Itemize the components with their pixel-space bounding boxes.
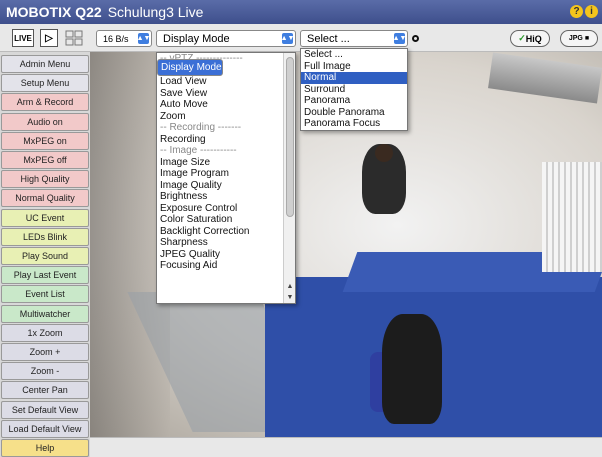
dropdown-scrollbar[interactable]: ▲ ▼ [283, 53, 295, 303]
display-mode-option[interactable]: Auto Move [157, 99, 295, 111]
display-mode-option[interactable]: Image Quality [157, 180, 295, 192]
display-mode-option[interactable]: JPEG Quality [157, 249, 295, 261]
display-mode-dropdown: Display Mode-- vPTZ --------------Instal… [156, 52, 296, 304]
scroll-up-icon[interactable]: ▲ [284, 281, 295, 291]
layout-grid-icon[interactable] [64, 29, 84, 47]
menu-button-multiwatcher[interactable]: Multiwatcher [1, 304, 89, 323]
menu-button-1x-zoom[interactable]: 1x Zoom [1, 323, 89, 342]
menu-button-setup-menu[interactable]: Setup Menu [1, 74, 89, 93]
scrollbar-thumb[interactable] [286, 57, 294, 217]
view-option[interactable]: Normal [301, 72, 407, 84]
video-ceiling-light [488, 52, 602, 104]
camera-live-window: MOBOTIX Q22 Schulung3 Live ? i LIVE ▷ 16… [0, 0, 602, 457]
menu-separator: -- Image ----------- [160, 145, 237, 156]
view-option[interactable]: Select ... [301, 49, 407, 61]
menu-button-help[interactable]: Help [1, 439, 89, 457]
display-mode-option[interactable]: Save View [157, 88, 295, 100]
video-person-sitting [382, 314, 442, 424]
framerate-value: 16 B/s [103, 33, 129, 44]
view-option[interactable]: Surround [301, 84, 407, 96]
display-mode-option[interactable]: Exposure Control [157, 203, 295, 215]
help-icon[interactable]: ? [570, 5, 583, 18]
camera-icon: ■ [584, 35, 590, 42]
menu-button-zoom[interactable]: Zoom + [1, 343, 89, 361]
scroll-down-icon[interactable]: ▼ [284, 292, 295, 302]
brand-name: MOBOTIX Q22 [6, 4, 102, 20]
display-mode-option[interactable]: Backlight Correction [157, 226, 295, 238]
chevron-updown-icon: ▲▼ [392, 33, 407, 44]
view-select-dropdown: Select ... Full Image Normal Surround Panora… [300, 48, 408, 131]
chevron-updown-icon: ▲▼ [136, 33, 151, 44]
display-mode-option[interactable]: Zoom [157, 111, 295, 123]
record-indicator-icon [412, 35, 419, 42]
view-option[interactable]: Full Image [301, 61, 407, 73]
menu-button-uc-event[interactable]: UC Event [1, 208, 89, 227]
display-mode-option[interactable]: Focusing Aid [157, 260, 295, 272]
menu-button-load-default-view[interactable]: Load Default View [1, 419, 89, 438]
hiq-button[interactable]: ✓ HiQ [510, 30, 550, 47]
display-mode-option[interactable]: Sharpness [157, 237, 295, 249]
menu-button-mxpeg-off[interactable]: MxPEG off [1, 151, 89, 169]
menu-button-high-quality[interactable]: High Quality [1, 170, 89, 189]
menu-button-leds-blink[interactable]: LEDs Blink [1, 227, 89, 246]
menu-button-admin-menu[interactable]: Admin Menu [1, 55, 89, 73]
display-mode-option[interactable]: Recording [157, 134, 295, 146]
menu-button-audio-on[interactable]: Audio on [1, 112, 89, 131]
menu-button-play-last-event[interactable]: Play Last Event [1, 266, 89, 285]
menu-button-center-pan[interactable]: Center Pan [1, 381, 89, 400]
view-option[interactable]: Double Panorama [301, 107, 407, 119]
menu-separator: -- Recording ------- [160, 122, 242, 133]
video-person-head [375, 144, 393, 162]
view-select-value: Select ... [307, 32, 350, 45]
view-option[interactable]: Panorama Focus [301, 118, 407, 130]
view-option[interactable]: Panorama [301, 95, 407, 107]
status-bar [90, 437, 602, 457]
menu-button-arm-record[interactable]: Arm & Record [1, 93, 89, 112]
menu-button-normal-quality[interactable]: Normal Quality [1, 189, 89, 208]
video-radiator [542, 162, 602, 272]
framerate-select[interactable]: 16 B/s ▲▼ [96, 30, 152, 47]
menu-button-mxpeg-on[interactable]: MxPEG on [1, 131, 89, 150]
jpeg-label: JPG [568, 35, 583, 42]
display-mode-option[interactable]: Load View [157, 76, 295, 88]
display-mode-option[interactable]: Image Size [157, 157, 295, 169]
display-mode-option[interactable]: Color Saturation [157, 214, 295, 226]
live-label: LIVE [14, 33, 32, 43]
menu-button-event-list[interactable]: Event List [1, 285, 89, 304]
check-icon: ✓ [518, 33, 526, 43]
display-mode-option[interactable]: Image Program [157, 168, 295, 180]
camera-live-title: Schulung3 Live [107, 4, 204, 20]
view-select[interactable]: Select ... ▲▼ [300, 30, 408, 47]
display-mode-option[interactable]: Display Mode [157, 59, 223, 76]
menu-button-zoom[interactable]: Zoom - [1, 362, 89, 381]
display-mode-select[interactable]: Display Mode ▲▼ [156, 30, 296, 47]
left-menu: Admin Menu Setup Menu Arm & Record Audio on… [0, 52, 90, 457]
menu-button-play-sound[interactable]: Play Sound [1, 247, 89, 265]
title-bar: MOBOTIX Q22 Schulung3 Live ? i [0, 0, 602, 24]
display-mode-option[interactable]: Brightness [157, 191, 295, 203]
help-icons: ? i [570, 5, 598, 18]
hiq-label: HiQ [525, 33, 542, 44]
live-button[interactable]: LIVE [12, 29, 34, 47]
display-mode-value: Display Mode [163, 32, 230, 45]
play-icon[interactable]: ▷ [40, 29, 58, 47]
info-icon[interactable]: i [585, 5, 598, 18]
chevron-updown-icon: ▲▼ [280, 33, 295, 44]
menu-button-set-default-view[interactable]: Set Default View [1, 400, 89, 419]
jpeg-save-button[interactable]: JPG ■ [560, 30, 598, 47]
